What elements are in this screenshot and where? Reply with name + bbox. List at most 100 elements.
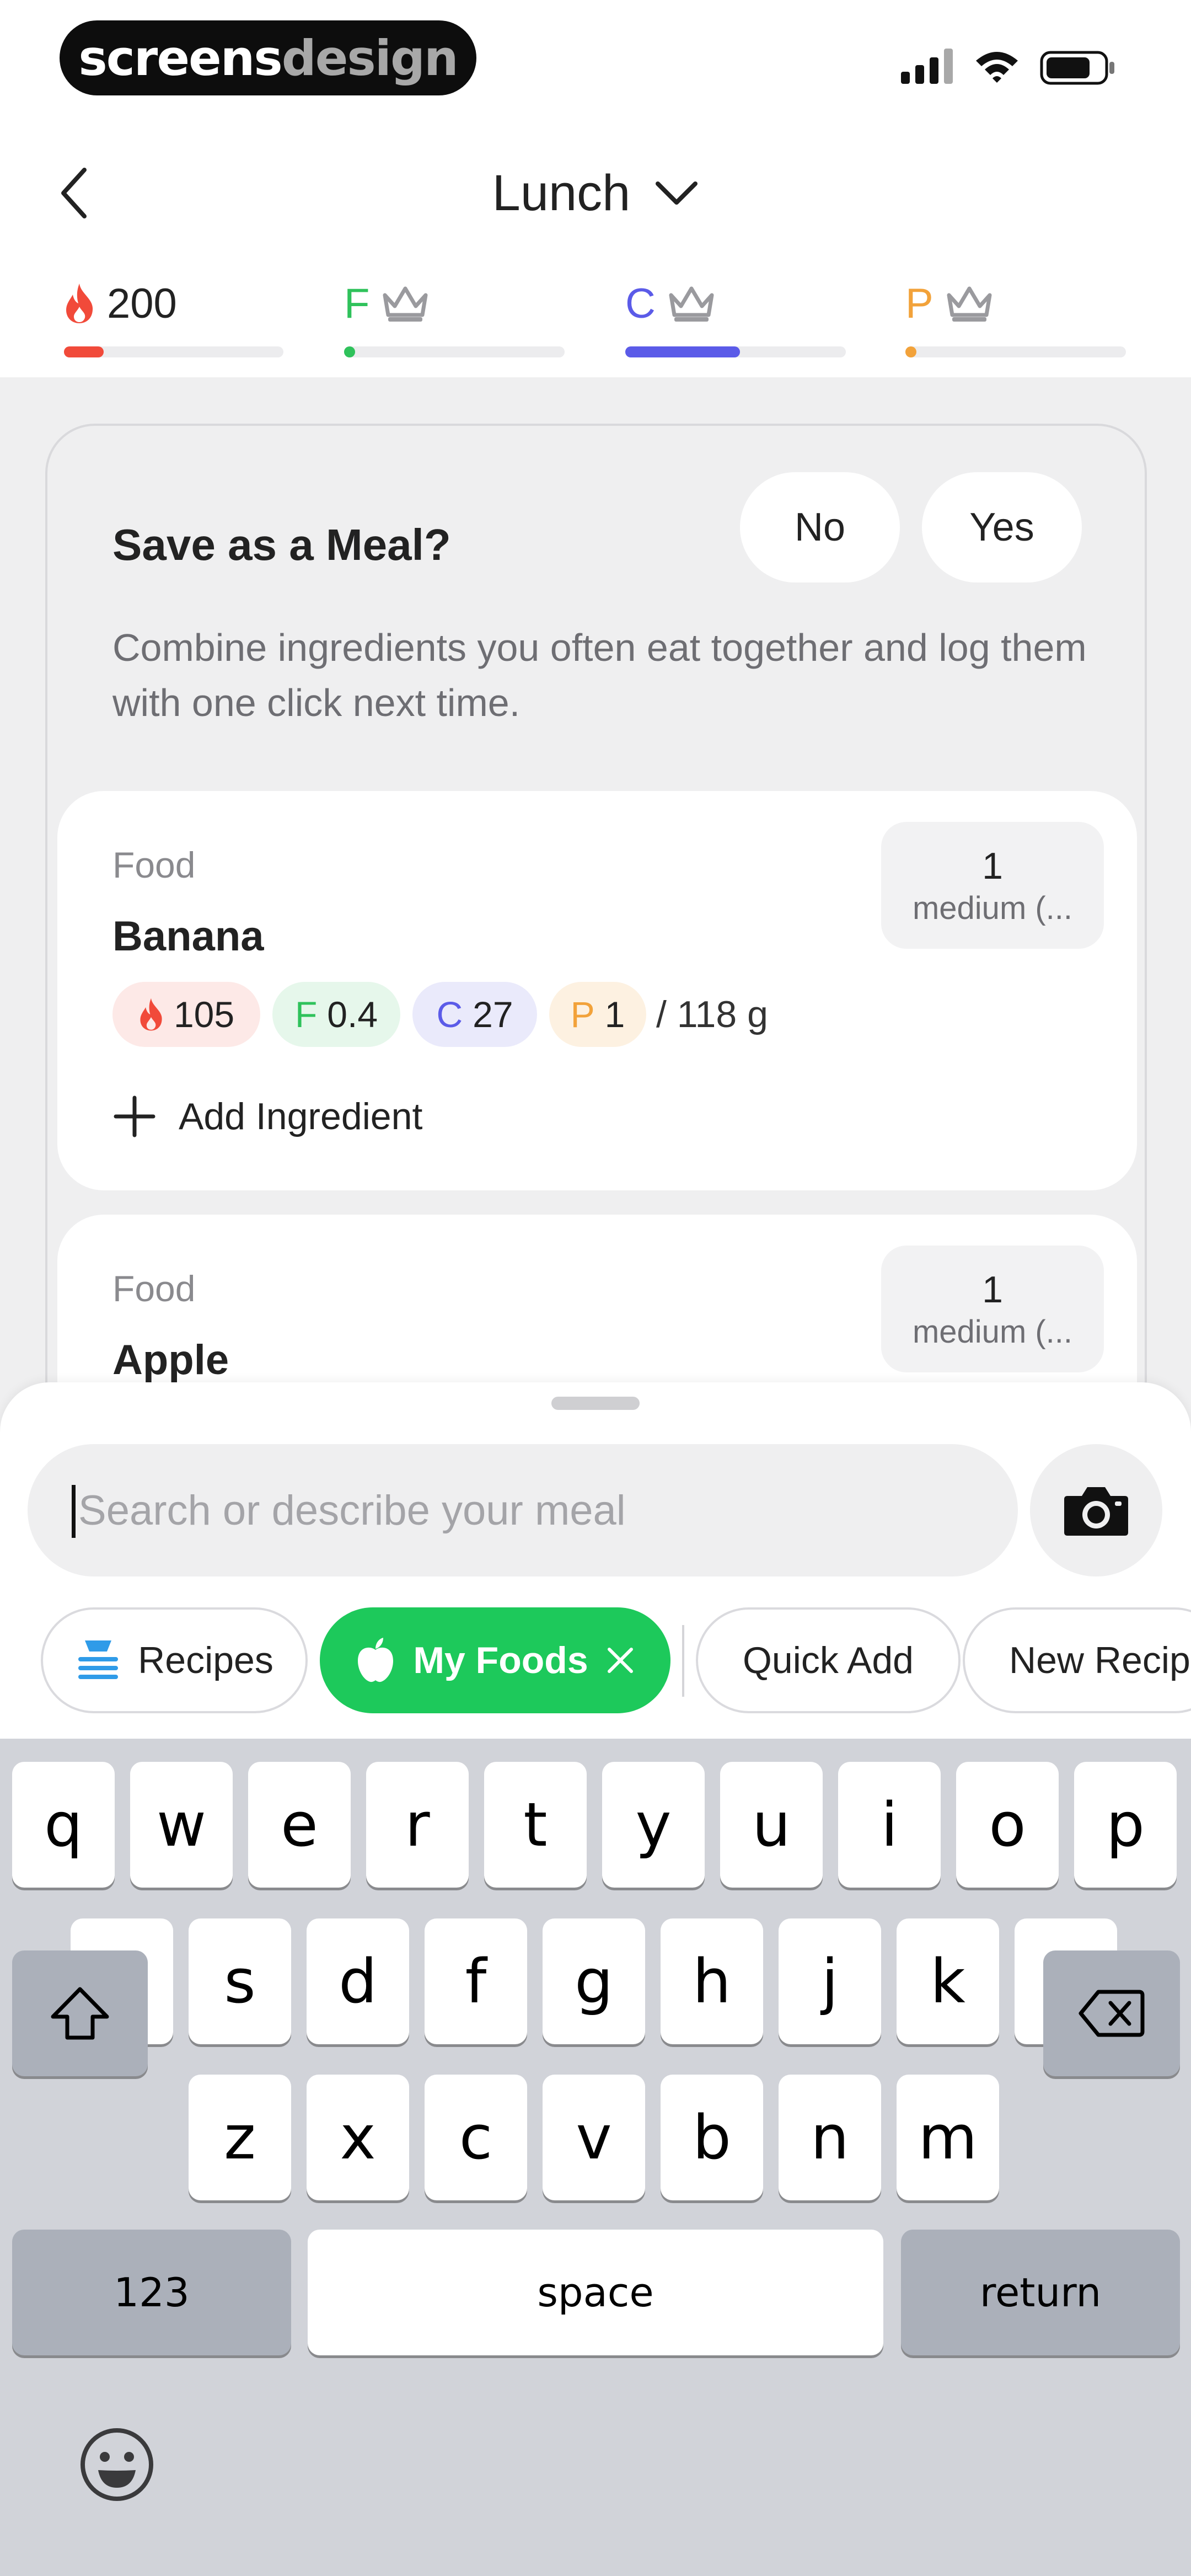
calories-chip: 105 <box>112 982 260 1047</box>
key-z[interactable]: z <box>189 2075 291 2200</box>
key-t[interactable]: t <box>484 1762 587 1888</box>
filter-recipes[interactable]: Recipes <box>41 1607 308 1713</box>
protein-value: 1 <box>604 994 625 1035</box>
emoji-button[interactable] <box>78 2426 155 2503</box>
key-p[interactable]: p <box>1074 1762 1177 1888</box>
back-button[interactable] <box>50 160 99 226</box>
key-e[interactable]: e <box>248 1762 351 1888</box>
key-j[interactable]: j <box>779 1918 881 2044</box>
key-b[interactable]: b <box>661 2075 763 2200</box>
key-i[interactable]: i <box>838 1762 941 1888</box>
key-k[interactable]: k <box>897 1918 999 2044</box>
emoji-icon <box>81 2428 153 2501</box>
key-s[interactable]: s <box>189 1918 291 2044</box>
protein-progress: P <box>905 276 1126 357</box>
fat-progress: F <box>344 276 565 357</box>
return-key[interactable]: return <box>901 2230 1180 2355</box>
numbers-key[interactable]: 123 <box>12 2230 291 2355</box>
meal-selector[interactable]: Lunch <box>441 160 750 226</box>
flame-icon <box>140 998 162 1031</box>
key-g[interactable]: g <box>543 1918 645 2044</box>
chevron-down-icon <box>656 181 698 205</box>
key-y[interactable]: y <box>602 1762 705 1888</box>
protein-progress-fill <box>905 346 916 357</box>
crown-icon <box>383 286 428 322</box>
calories-value: 105 <box>173 994 235 1035</box>
calories-progress-fill <box>64 346 104 357</box>
calories-value: 200 <box>107 280 177 327</box>
filter-my-foods[interactable]: My Foods <box>320 1607 670 1713</box>
key-o[interactable]: o <box>956 1762 1059 1888</box>
protein-letter: P <box>570 994 595 1035</box>
key-x[interactable]: x <box>307 2075 409 2200</box>
quantity-value: 1 <box>982 1268 1003 1311</box>
add-ingredient-label: Add Ingredient <box>179 1095 423 1137</box>
food-name: Banana <box>112 913 264 960</box>
fat-progress-fill <box>344 346 355 357</box>
save-meal-question: Save as a Meal? <box>112 520 451 569</box>
fat-letter: F <box>344 280 370 327</box>
wifi-icon <box>976 52 1018 83</box>
space-key[interactable]: space <box>308 2230 883 2355</box>
fat-letter: F <box>294 994 318 1035</box>
key-v[interactable]: v <box>543 2075 645 2200</box>
yes-button[interactable]: Yes <box>922 472 1082 582</box>
food-type-label: Food <box>112 845 196 885</box>
key-m[interactable]: m <box>897 2075 999 2200</box>
text-caret <box>72 1485 76 1538</box>
key-r[interactable]: r <box>366 1762 469 1888</box>
key-h[interactable]: h <box>661 1918 763 2044</box>
calories-progress: 200 <box>64 276 283 357</box>
recipes-icon <box>78 1640 119 1679</box>
camera-button[interactable] <box>1030 1444 1162 1576</box>
add-ingredient-button[interactable]: Add Ingredient <box>112 1089 422 1144</box>
key-n[interactable]: n <box>779 2075 881 2200</box>
fat-chip: F 0.4 <box>272 982 400 1047</box>
delete-icon <box>1079 1990 1145 2037</box>
save-meal-description: Combine ingredients you often eat togeth… <box>112 626 1087 724</box>
carbs-progress-fill <box>625 346 740 357</box>
key-q[interactable]: q <box>12 1762 115 1888</box>
crown-icon <box>947 286 992 322</box>
camera-icon <box>1064 1487 1128 1536</box>
key-w[interactable]: w <box>130 1762 233 1888</box>
battery-icon <box>1040 51 1114 85</box>
shift-icon <box>51 1987 109 2040</box>
quantity-unit: medium (... <box>912 1313 1073 1350</box>
quantity-selector[interactable]: 1 medium (... <box>881 1246 1104 1372</box>
key-u[interactable]: u <box>720 1762 823 1888</box>
carbs-value: 27 <box>473 994 513 1035</box>
sheet-grabber[interactable] <box>551 1397 640 1410</box>
cellular-signal-icon <box>901 49 953 84</box>
screensdesign-watermark: screens design <box>60 20 476 95</box>
filter-new-recipe[interactable]: New Recip <box>963 1607 1191 1713</box>
close-icon[interactable] <box>605 1645 636 1676</box>
search-input[interactable]: Search or describe your meal <box>28 1444 1018 1576</box>
fat-value: 0.4 <box>327 994 378 1035</box>
protein-letter: P <box>905 280 934 327</box>
food-type-label: Food <box>112 1268 196 1309</box>
keyboard: qwertyuiop asdfghjkl zxcvbnm 123 space r… <box>0 1739 1191 2576</box>
quantity-selector[interactable]: 1 medium (... <box>881 822 1104 949</box>
key-f[interactable]: f <box>425 1918 527 2044</box>
shift-key[interactable] <box>12 1950 148 2076</box>
key-c[interactable]: c <box>425 2075 527 2200</box>
filter-quick-add[interactable]: Quick Add <box>696 1607 961 1713</box>
food-item-banana[interactable]: Food Banana 1 medium (... 105 F 0.4 C 27… <box>57 791 1137 1190</box>
key-d[interactable]: d <box>307 1918 409 2044</box>
carbs-progress: C <box>625 276 846 357</box>
filter-my-foods-label: My Foods <box>413 1639 588 1681</box>
quantity-unit: medium (... <box>912 890 1073 926</box>
search-sheet: Search or describe your meal Recipes My … <box>0 1382 1191 1741</box>
header: screens design Lunch 200 F C P <box>0 0 1191 377</box>
carbs-chip: C 27 <box>412 982 537 1047</box>
delete-key[interactable] <box>1043 1950 1180 2076</box>
plus-icon <box>114 1095 155 1137</box>
flame-icon <box>66 284 93 323</box>
protein-chip: P 1 <box>549 982 646 1047</box>
no-button[interactable]: No <box>740 472 900 582</box>
save-meal-card: Save as a Meal? No Yes Combine ingredien… <box>45 424 1147 1472</box>
meal-title: Lunch <box>492 164 631 221</box>
filter-divider <box>682 1625 684 1697</box>
carbs-letter: C <box>625 280 656 327</box>
